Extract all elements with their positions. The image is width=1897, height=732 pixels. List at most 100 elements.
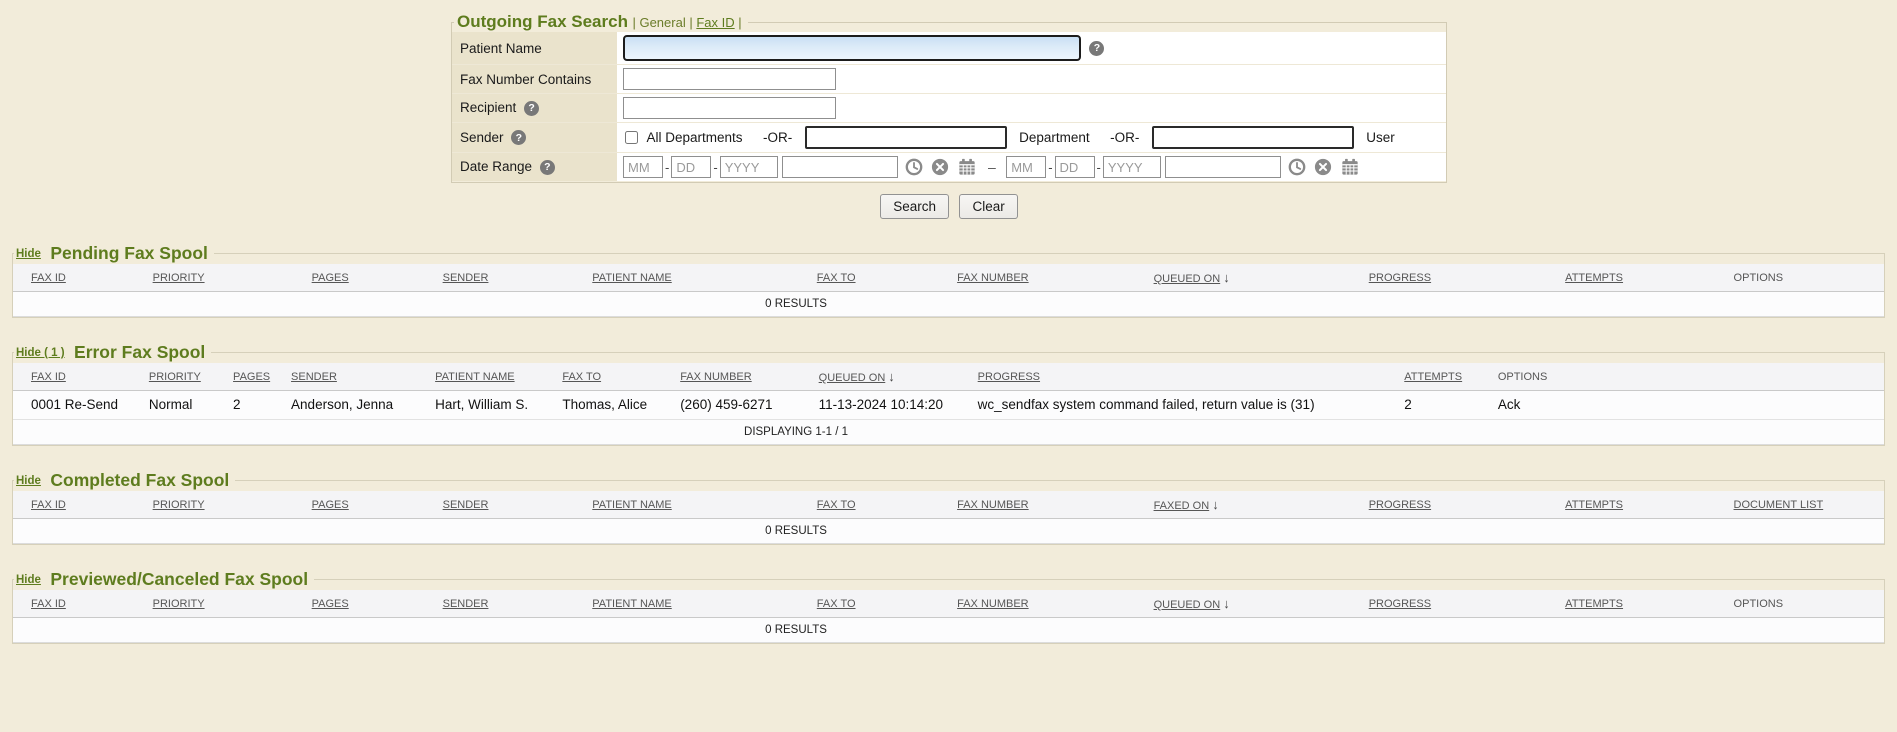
search-button[interactable]: Search bbox=[880, 194, 949, 219]
cell-patient-name: Hart, William S. bbox=[417, 391, 544, 420]
date-range-help-icon[interactable]: ? bbox=[540, 160, 555, 175]
error-header-row: FAX ID PRIORITY PAGES SENDER PATIENT NAM… bbox=[13, 363, 1884, 391]
col-fax-to[interactable]: FAX TO bbox=[817, 272, 856, 284]
col-faxed-on[interactable]: FAXED ON bbox=[1154, 500, 1210, 512]
col-queued-on[interactable]: QUEUED ON bbox=[819, 372, 886, 384]
col-patient-name[interactable]: PATIENT NAME bbox=[435, 371, 514, 383]
tab-fax-id[interactable]: Fax ID bbox=[696, 15, 734, 30]
start-day-input[interactable] bbox=[671, 156, 711, 178]
end-date-clear-icon[interactable] bbox=[1314, 158, 1332, 176]
error-hide-link[interactable]: Hide ( 1 ) bbox=[16, 347, 65, 359]
end-time-input[interactable] bbox=[1165, 156, 1281, 178]
department-label: Department bbox=[1019, 130, 1090, 145]
fax-number-input[interactable] bbox=[623, 68, 836, 90]
col-fax-id[interactable]: FAX ID bbox=[31, 598, 66, 610]
start-date-calendar-icon[interactable] bbox=[958, 158, 976, 176]
user-input[interactable] bbox=[1152, 126, 1354, 149]
col-fax-to[interactable]: FAX TO bbox=[817, 598, 856, 610]
col-priority[interactable]: PRIORITY bbox=[153, 598, 205, 610]
all-departments-checkbox[interactable] bbox=[625, 131, 638, 144]
date-range-row: Date Range ? -- – -- bbox=[452, 153, 1446, 182]
sender-label-cell: Sender ? bbox=[452, 123, 617, 153]
col-pages[interactable]: PAGES bbox=[312, 598, 349, 610]
patient-name-input[interactable] bbox=[623, 35, 1081, 61]
recipient-input[interactable] bbox=[623, 97, 836, 119]
completed-hide-link[interactable]: Hide bbox=[16, 475, 41, 487]
end-day-input[interactable] bbox=[1055, 156, 1095, 178]
col-attempts[interactable]: ATTEMPTS bbox=[1565, 499, 1623, 511]
col-sender[interactable]: SENDER bbox=[443, 272, 489, 284]
end-time-clock-icon[interactable] bbox=[1288, 158, 1306, 176]
col-pages[interactable]: PAGES bbox=[312, 499, 349, 511]
col-fax-to[interactable]: FAX TO bbox=[817, 499, 856, 511]
col-fax-number[interactable]: FAX NUMBER bbox=[957, 499, 1029, 511]
col-patient-name[interactable]: PATIENT NAME bbox=[592, 598, 671, 610]
patient-name-help-icon[interactable]: ? bbox=[1089, 41, 1104, 56]
col-attempts[interactable]: ATTEMPTS bbox=[1565, 598, 1623, 610]
clear-button[interactable]: Clear bbox=[959, 194, 1017, 219]
end-date-calendar-icon[interactable] bbox=[1341, 158, 1359, 176]
col-sender[interactable]: SENDER bbox=[443, 499, 489, 511]
sort-descending-icon: ↓ bbox=[888, 369, 895, 384]
pending-hide-link[interactable]: Hide bbox=[16, 248, 41, 260]
recipient-help-icon[interactable]: ? bbox=[524, 101, 539, 116]
col-progress[interactable]: PROGRESS bbox=[1369, 272, 1431, 284]
col-fax-id[interactable]: FAX ID bbox=[31, 272, 66, 284]
col-fax-number[interactable]: FAX NUMBER bbox=[957, 598, 1029, 610]
error-legend: Hide ( 1 ) Error Fax Spool bbox=[14, 342, 211, 363]
form-buttons: Search Clear bbox=[451, 194, 1447, 219]
cell-fax-id[interactable]: 0001 Re-Send bbox=[13, 391, 131, 420]
col-fax-id[interactable]: FAX ID bbox=[31, 371, 66, 383]
col-sender[interactable]: SENDER bbox=[291, 371, 337, 383]
page-title: Outgoing Fax Search bbox=[457, 12, 628, 31]
col-progress[interactable]: PROGRESS bbox=[1369, 598, 1431, 610]
date-range-label: Date Range bbox=[460, 159, 532, 174]
col-pages[interactable]: PAGES bbox=[233, 371, 270, 383]
nav-bar: | bbox=[738, 15, 741, 30]
col-progress[interactable]: PROGRESS bbox=[978, 371, 1040, 383]
end-year-input[interactable] bbox=[1103, 156, 1161, 178]
previewed-hide-link[interactable]: Hide bbox=[16, 574, 41, 586]
pending-table: FAX ID PRIORITY PAGES SENDER PATIENT NAM… bbox=[13, 264, 1884, 317]
patient-name-input-cell: ? bbox=[617, 32, 1446, 65]
department-input[interactable] bbox=[805, 126, 1007, 149]
error-results-row: DISPLAYING 1-1 / 1 bbox=[13, 420, 1884, 445]
col-attempts[interactable]: ATTEMPTS bbox=[1404, 371, 1462, 383]
sort-descending-icon: ↓ bbox=[1212, 497, 1219, 512]
col-patient-name[interactable]: PATIENT NAME bbox=[592, 499, 671, 511]
col-patient-name[interactable]: PATIENT NAME bbox=[592, 272, 671, 284]
col-fax-id[interactable]: FAX ID bbox=[31, 499, 66, 511]
pending-legend: Hide Pending Fax Spool bbox=[14, 243, 214, 264]
end-month-input[interactable] bbox=[1006, 156, 1046, 178]
col-priority[interactable]: PRIORITY bbox=[149, 371, 201, 383]
col-document-list[interactable]: DOCUMENT LIST bbox=[1734, 499, 1824, 511]
col-priority[interactable]: PRIORITY bbox=[153, 499, 205, 511]
previewed-canceled-fax-spool-section: Hide Previewed/Canceled Fax Spool FAX ID… bbox=[12, 569, 1885, 644]
error-title: Error Fax Spool bbox=[74, 342, 205, 362]
col-progress[interactable]: PROGRESS bbox=[1369, 499, 1431, 511]
col-queued-on[interactable]: QUEUED ON bbox=[1154, 599, 1221, 611]
col-attempts[interactable]: ATTEMPTS bbox=[1565, 272, 1623, 284]
cell-options-ack[interactable]: Ack bbox=[1480, 391, 1884, 420]
pending-header-row: FAX ID PRIORITY PAGES SENDER PATIENT NAM… bbox=[13, 264, 1884, 292]
start-time-input[interactable] bbox=[782, 156, 898, 178]
nav-bar: | bbox=[632, 15, 635, 30]
start-month-input[interactable] bbox=[623, 156, 663, 178]
start-year-input[interactable] bbox=[720, 156, 778, 178]
col-fax-to[interactable]: FAX TO bbox=[562, 371, 601, 383]
sender-help-icon[interactable]: ? bbox=[511, 130, 526, 145]
start-date-clear-icon[interactable] bbox=[931, 158, 949, 176]
start-time-clock-icon[interactable] bbox=[905, 158, 923, 176]
col-fax-number[interactable]: FAX NUMBER bbox=[680, 371, 752, 383]
cell-attempts: 2 bbox=[1386, 391, 1480, 420]
col-sender[interactable]: SENDER bbox=[443, 598, 489, 610]
col-queued-on[interactable]: QUEUED ON bbox=[1154, 273, 1221, 285]
col-fax-number[interactable]: FAX NUMBER bbox=[957, 272, 1029, 284]
fax-number-label: Fax Number Contains bbox=[460, 72, 591, 87]
col-pages[interactable]: PAGES bbox=[312, 272, 349, 284]
previewed-legend: Hide Previewed/Canceled Fax Spool bbox=[14, 569, 314, 590]
completed-header-row: FAX ID PRIORITY PAGES SENDER PATIENT NAM… bbox=[13, 491, 1884, 519]
date-separator: - bbox=[1097, 160, 1101, 175]
col-priority[interactable]: PRIORITY bbox=[153, 272, 205, 284]
tab-general[interactable]: General bbox=[639, 15, 685, 30]
